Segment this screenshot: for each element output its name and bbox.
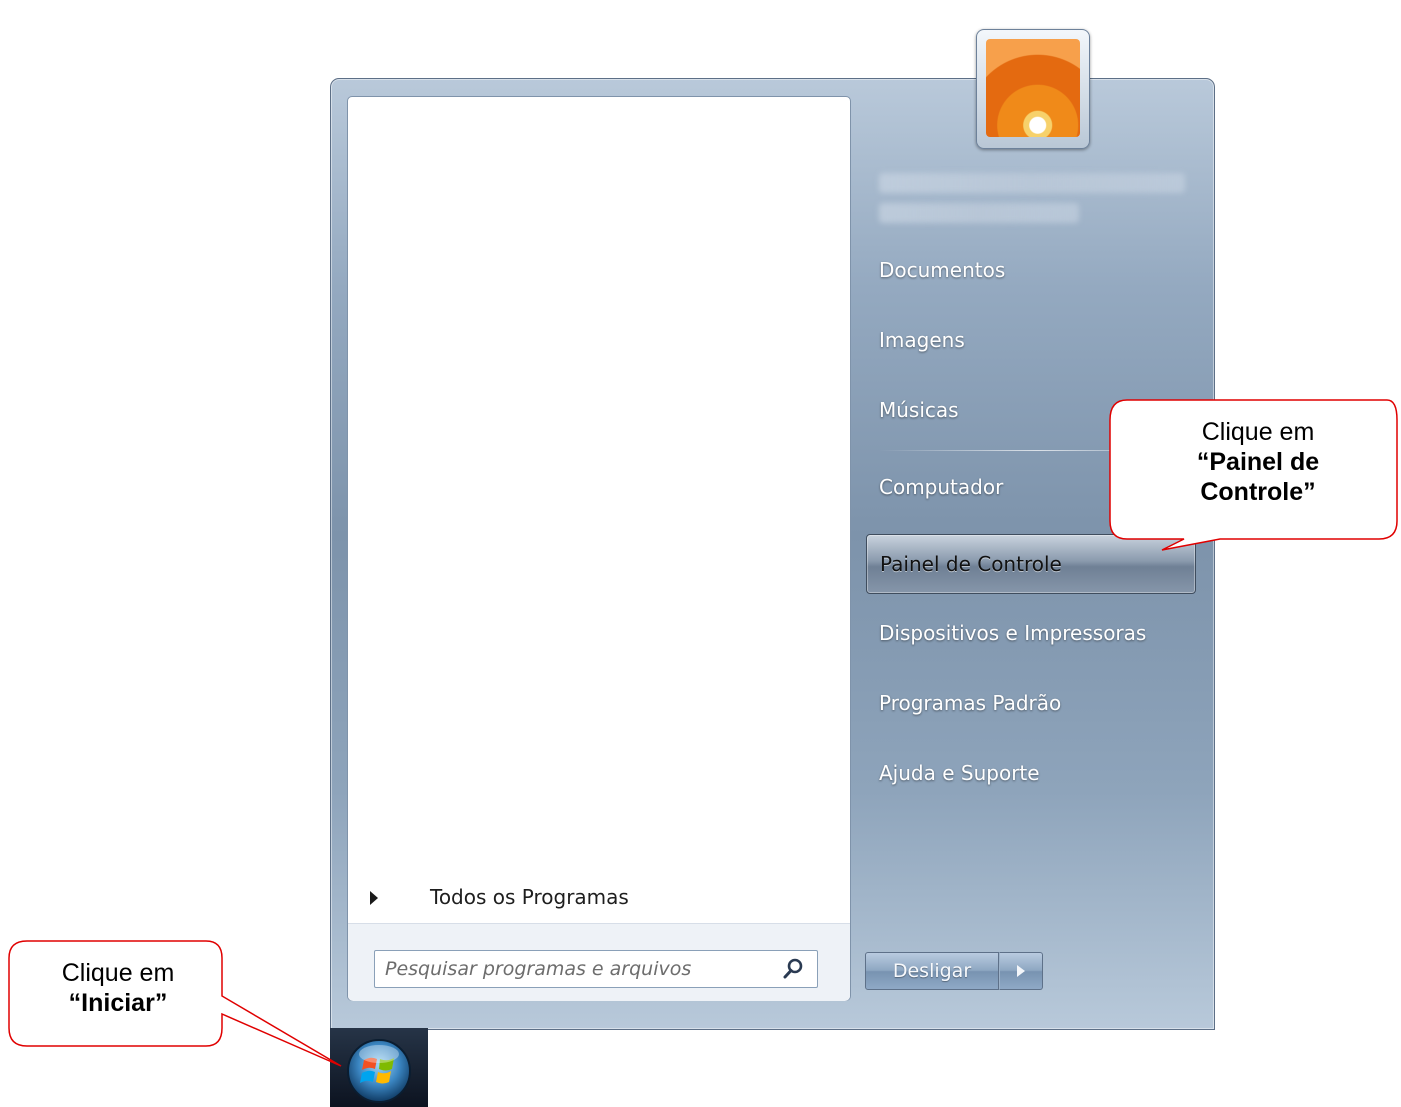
programs-pane: Todos os Programas	[347, 96, 851, 1001]
username-blurred-secondary	[879, 203, 1079, 223]
start-orb-icon[interactable]	[344, 1036, 414, 1106]
callout-iniciar-line1: Clique em	[61, 959, 175, 987]
callout-painel-line1: Clique em	[1201, 418, 1315, 446]
search-area	[348, 923, 850, 1001]
menu-item-dispositivos-e-impressoras[interactable]: Dispositivos e Impressoras	[866, 604, 1196, 662]
menu-item-imagens[interactable]: Imagens	[866, 311, 1196, 369]
shutdown-options-button[interactable]	[999, 952, 1043, 990]
callout-iniciar-line2: “Iniciar”	[68, 989, 168, 1017]
callout-iniciar: Clique em “Iniciar”	[30, 958, 206, 1018]
all-programs-item[interactable]: Todos os Programas	[348, 877, 850, 923]
start-menu: Todos os Programas Documentos Imagens Mú…	[330, 29, 1215, 1030]
shutdown-group: Desligar	[865, 952, 1045, 990]
callout-painel-line2: “Painel de	[1196, 448, 1320, 476]
search-box[interactable]	[374, 950, 818, 988]
search-icon[interactable]	[781, 957, 805, 981]
play-arrow-icon	[1017, 965, 1025, 977]
menu-item-programas-padrao[interactable]: Programas Padrão	[866, 674, 1196, 732]
callout-painel: Clique em “Painel de Controle”	[1140, 417, 1376, 507]
expand-arrow-icon	[370, 891, 378, 905]
callout-painel-line3: Controle”	[1200, 478, 1316, 506]
menu-item-ajuda-e-suporte[interactable]: Ajuda e Suporte	[866, 744, 1196, 802]
flower-photo	[986, 39, 1080, 137]
search-input[interactable]	[383, 956, 767, 982]
menu-item-documentos[interactable]: Documentos	[866, 241, 1196, 299]
user-picture[interactable]	[976, 29, 1090, 149]
shutdown-button[interactable]: Desligar	[865, 952, 999, 990]
username-blurred	[879, 173, 1185, 193]
all-programs-label: Todos os Programas	[430, 885, 629, 909]
